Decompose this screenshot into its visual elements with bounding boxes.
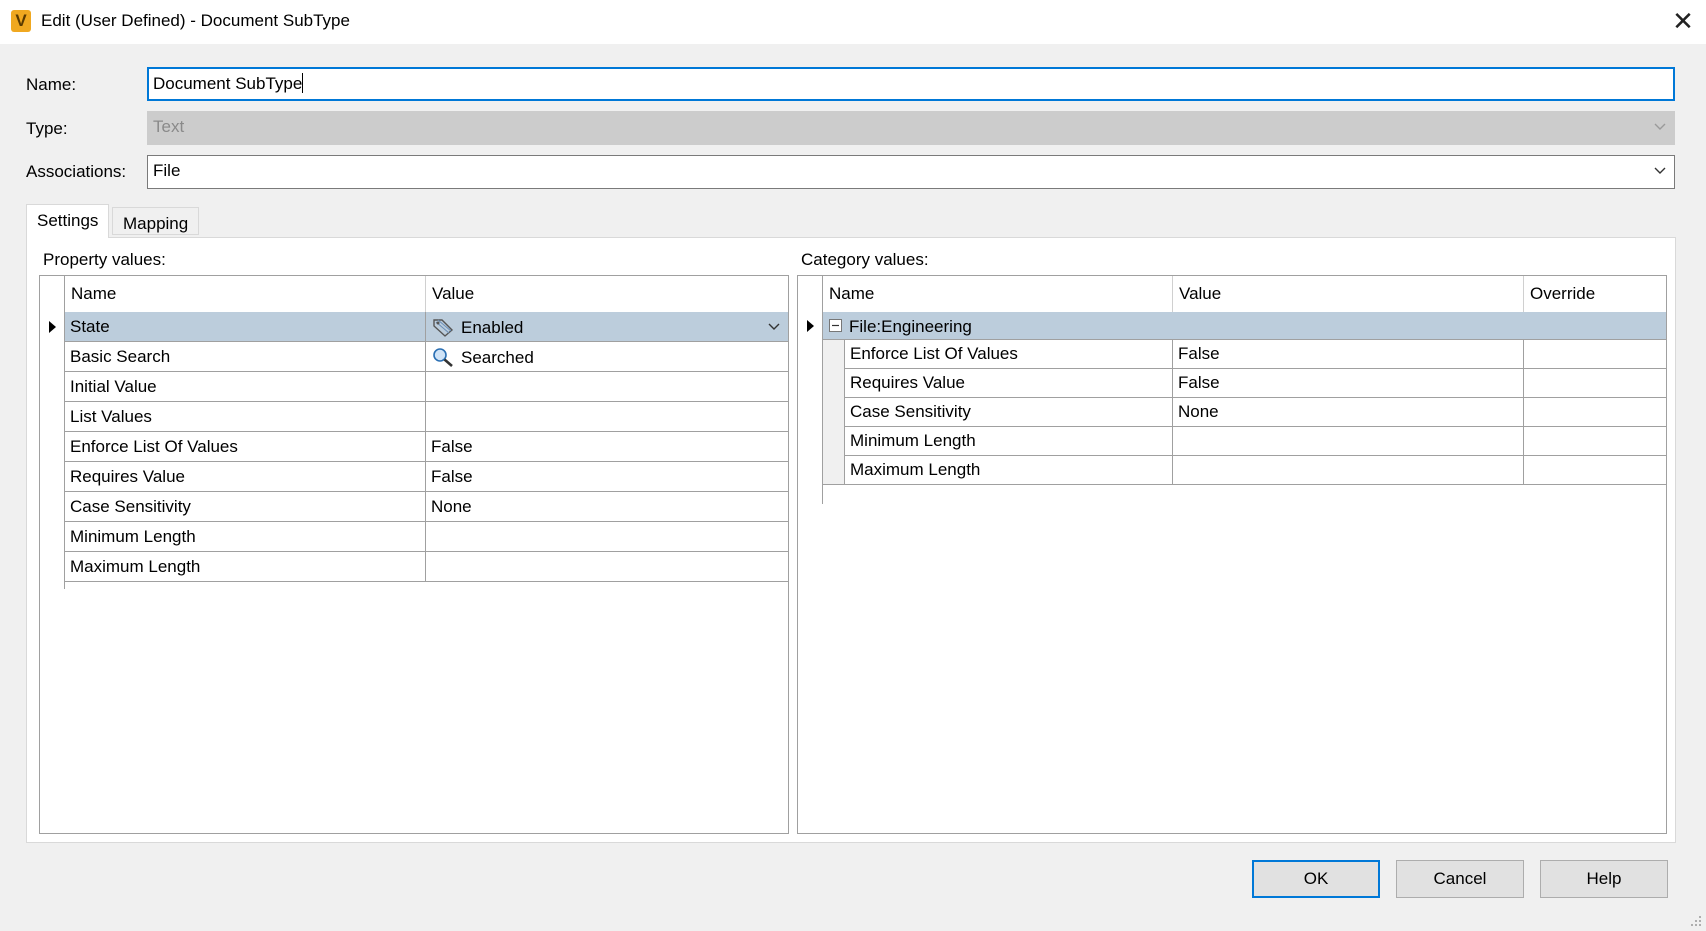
category-value-cell[interactable]: False [1173, 340, 1524, 368]
property-value-text: Searched [461, 348, 534, 367]
category-value-cell[interactable] [1173, 427, 1524, 455]
table-row[interactable]: Basic Search Searched [65, 342, 788, 372]
collapse-icon[interactable] [829, 319, 842, 332]
property-values-label: Property values: [43, 250, 166, 269]
property-value-cell[interactable] [426, 372, 788, 401]
column-header-override[interactable]: Override [1524, 276, 1666, 312]
type-select-value: Text [153, 117, 185, 136]
table-row[interactable]: Case Sensitivity None [65, 492, 788, 522]
chevron-down-icon[interactable] [1652, 162, 1668, 178]
type-select: Text [147, 111, 1675, 145]
property-name-cell: Maximum Length [65, 552, 426, 581]
edit-dialog: V Edit (User Defined) - Document SubType… [0, 0, 1706, 931]
property-name-cell: State [65, 312, 426, 341]
property-value-text: Enabled [461, 318, 524, 337]
magnifier-icon [433, 348, 453, 367]
table-row[interactable]: Minimum Length [65, 522, 788, 552]
text-caret [302, 73, 304, 93]
associations-label: Associations: [26, 162, 127, 181]
property-value-cell[interactable] [426, 552, 788, 581]
close-icon[interactable]: ✕ [1660, 0, 1706, 44]
property-name-cell: Enforce List Of Values [65, 432, 426, 461]
property-value-cell[interactable] [426, 522, 788, 551]
chevron-down-icon[interactable] [766, 320, 782, 334]
name-label: Name: [26, 75, 77, 94]
table-row[interactable]: Maximum Length [65, 552, 788, 582]
tab-mapping[interactable]: Mapping [112, 207, 200, 235]
cancel-button[interactable]: Cancel [1396, 860, 1524, 898]
table-row[interactable]: Enforce List Of Values False [65, 432, 788, 462]
table-row[interactable]: Maximum Length [845, 456, 1666, 485]
category-name-cell: Maximum Length [845, 456, 1173, 484]
property-name-cell: Initial Value [65, 372, 426, 401]
category-value-cell[interactable] [1173, 456, 1524, 484]
category-name-cell: Case Sensitivity [845, 398, 1173, 426]
property-value-text: False [431, 437, 473, 456]
category-override-cell[interactable] [1524, 369, 1666, 397]
table-row[interactable]: Requires Value False [845, 369, 1666, 398]
property-name-cell: List Values [65, 402, 426, 431]
category-group-row[interactable]: File:Engineering [823, 312, 1666, 340]
property-value-text: False [431, 467, 473, 486]
category-values-label: Category values: [801, 250, 929, 269]
table-row[interactable]: Case Sensitivity None [845, 398, 1666, 427]
tag-icon [433, 319, 454, 337]
settings-panel: Property values: Name Value State Enabled… [26, 237, 1676, 843]
category-group-label: File:Engineering [849, 317, 972, 336]
name-input-value: Document SubType [153, 74, 303, 93]
type-label: Type: [26, 119, 68, 138]
name-input[interactable]: Document SubType [147, 67, 1675, 101]
property-name-cell: Basic Search [65, 342, 426, 371]
table-row[interactable]: Enforce List Of Values False [845, 340, 1666, 369]
category-values-grid: Name Value Override File:Engineering Enfo… [797, 275, 1667, 834]
property-value-cell[interactable]: None [426, 492, 788, 521]
column-header-name[interactable]: Name [65, 276, 426, 312]
category-override-cell[interactable] [1524, 340, 1666, 368]
property-value-text: None [431, 497, 472, 516]
help-button[interactable]: Help [1540, 860, 1668, 898]
property-name-cell: Minimum Length [65, 522, 426, 551]
property-value-cell[interactable]: Enabled [426, 312, 788, 341]
table-row[interactable]: Initial Value [65, 372, 788, 402]
group-indent-gutter [823, 340, 845, 485]
property-name-cell: Case Sensitivity [65, 492, 426, 521]
category-value-cell[interactable]: None [1173, 398, 1524, 426]
category-override-cell[interactable] [1524, 398, 1666, 426]
vault-app-icon: V [11, 10, 31, 32]
tab-settings[interactable]: Settings [26, 204, 110, 238]
property-value-cell[interactable]: False [426, 462, 788, 491]
row-header-column [798, 276, 823, 504]
title-bar: V Edit (User Defined) - Document SubType… [0, 0, 1706, 44]
table-row[interactable]: Requires Value False [65, 462, 788, 492]
resize-grip-icon[interactable] [1690, 915, 1702, 927]
current-row-indicator-icon [807, 320, 814, 332]
property-value-cell[interactable]: Searched [426, 342, 788, 371]
property-name-cell: Requires Value [65, 462, 426, 491]
chevron-down-icon [1654, 123, 1666, 130]
category-name-cell: Enforce List Of Values [845, 340, 1173, 368]
table-row[interactable]: State Enabled [65, 312, 788, 342]
window-title: Edit (User Defined) - Document SubType [41, 11, 350, 30]
property-value-cell[interactable] [426, 402, 788, 431]
current-row-indicator-icon [49, 321, 56, 333]
column-header-value[interactable]: Value [1173, 276, 1524, 312]
property-values-grid: Name Value State Enabled Basic Search Searc… [39, 275, 789, 834]
associations-select[interactable]: File [147, 155, 1675, 189]
associations-select-value: File [153, 161, 181, 180]
ok-button[interactable]: OK [1252, 860, 1380, 898]
column-header-value[interactable]: Value [426, 276, 788, 312]
table-row[interactable]: List Values [65, 402, 788, 432]
property-value-cell[interactable]: False [426, 432, 788, 461]
category-override-cell[interactable] [1524, 427, 1666, 455]
category-override-cell[interactable] [1524, 456, 1666, 484]
table-row[interactable]: Minimum Length [845, 427, 1666, 456]
category-name-cell: Minimum Length [845, 427, 1173, 455]
category-name-cell: Requires Value [845, 369, 1173, 397]
category-value-cell[interactable]: False [1173, 369, 1524, 397]
column-header-name[interactable]: Name [823, 276, 1173, 312]
